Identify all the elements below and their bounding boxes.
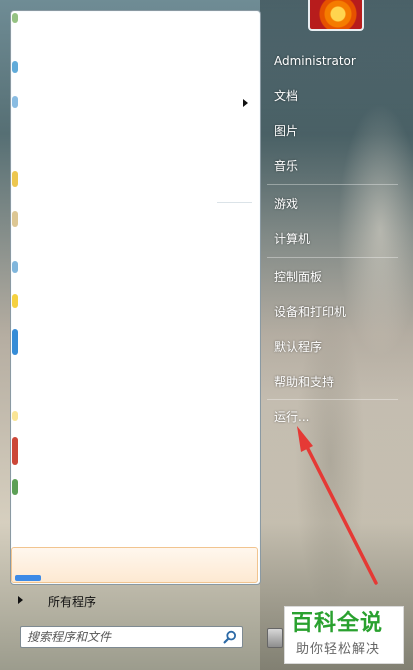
watermark-title: 百科全说 — [291, 611, 384, 636]
program-icon — [15, 575, 41, 581]
program-icon[interactable] — [12, 61, 18, 73]
pictures-link[interactable]: 图片 — [274, 122, 298, 140]
program-icon[interactable] — [12, 294, 18, 308]
search-icon[interactable] — [223, 630, 237, 644]
chevron-right-icon[interactable] — [243, 99, 248, 107]
program-icon[interactable] — [12, 411, 18, 421]
control-panel-link[interactable]: 控制面板 — [274, 268, 322, 286]
default-programs-link[interactable]: 默认程序 — [274, 338, 322, 356]
music-link[interactable]: 音乐 — [274, 157, 298, 175]
program-icon[interactable] — [12, 479, 18, 495]
panel-separator — [217, 202, 252, 203]
run-link[interactable]: 运行... — [274, 408, 309, 426]
avatar[interactable] — [308, 0, 364, 31]
all-programs-label: 所有程序 — [48, 595, 97, 609]
program-icon[interactable] — [12, 171, 18, 187]
user-name-link[interactable]: Administrator — [274, 52, 356, 70]
program-icon[interactable] — [12, 96, 18, 108]
watermark-subtitle: 助你轻松解决 — [296, 642, 381, 657]
search-input[interactable] — [27, 628, 213, 646]
search-box[interactable] — [20, 626, 243, 648]
watermark-logo: 百科全说 助你轻松解决 — [284, 606, 404, 664]
computer-link[interactable]: 计算机 — [274, 230, 310, 248]
program-icon[interactable] — [12, 13, 18, 23]
program-icon[interactable] — [12, 437, 18, 465]
help-support-link[interactable]: 帮助和支持 — [274, 373, 334, 391]
menu-separator — [267, 399, 398, 400]
documents-link[interactable]: 文档 — [274, 87, 298, 105]
selected-program-item[interactable] — [11, 547, 258, 583]
triangle-right-icon — [18, 596, 23, 604]
all-programs-button[interactable]: 所有程序 — [10, 588, 259, 614]
games-link[interactable]: 游戏 — [274, 195, 298, 213]
program-icon[interactable] — [12, 261, 18, 273]
menu-separator — [267, 184, 398, 185]
devices-printers-link[interactable]: 设备和打印机 — [274, 303, 346, 321]
shutdown-button[interactable] — [267, 628, 283, 648]
pinned-programs-panel — [10, 10, 261, 585]
program-icon[interactable] — [12, 211, 18, 227]
program-icon[interactable] — [12, 329, 18, 355]
menu-separator — [267, 257, 398, 258]
